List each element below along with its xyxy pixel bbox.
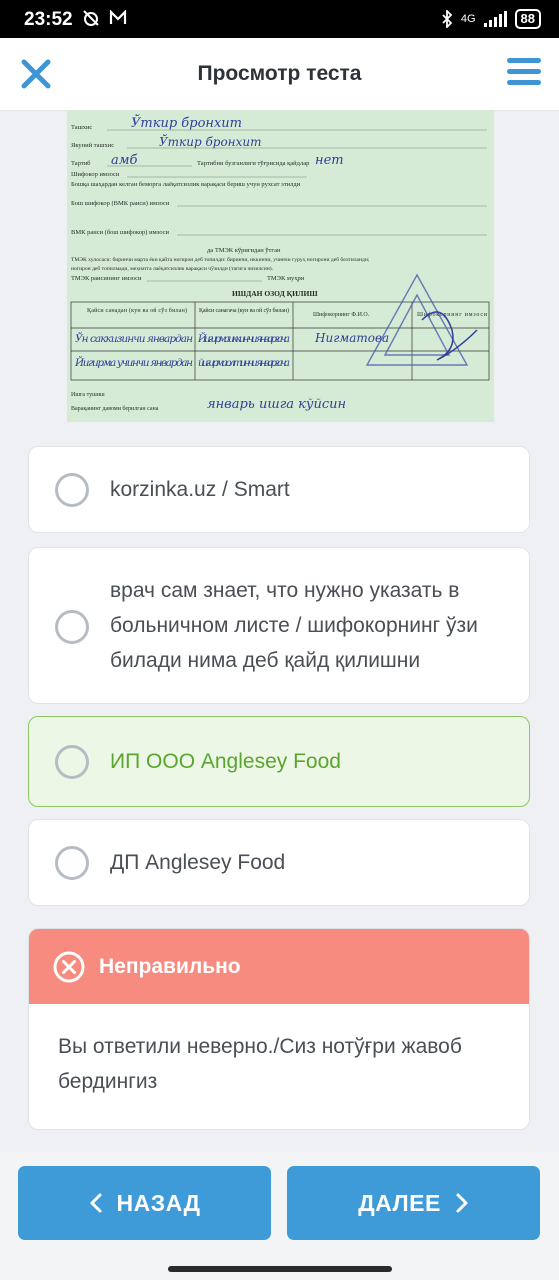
radio-button[interactable]: [55, 473, 89, 507]
chevron-left-icon: [90, 1193, 101, 1213]
doc-hand-violations: нет: [315, 153, 344, 168]
network-type: 4G: [460, 13, 476, 25]
battery-icon: 88: [514, 9, 541, 29]
doc-col-from: Қайси санадан (кун ва ой сўз билан): [87, 307, 187, 314]
next-button-label: ДАЛЕЕ: [358, 1189, 441, 1216]
doc-hand-return-note: январь ишга кўйсин: [207, 397, 346, 412]
doc-text-continuation: Варақанинг давоми берилган сана: [71, 405, 159, 412]
doc-text-return-to-work: Ишга тушиш: [71, 392, 105, 398]
app-header: Просмотр теста: [0, 38, 559, 110]
home-indicator[interactable]: [168, 1266, 392, 1272]
status-time: 23:52: [24, 9, 73, 30]
answer-option-4[interactable]: ДП Anglesey Food: [28, 819, 530, 906]
page-title: Просмотр теста: [197, 62, 362, 85]
doc-hand-final-diagnosis: Ўткир бронхит: [159, 132, 261, 149]
radio-button[interactable]: [55, 846, 89, 880]
question-image: Ташхис Якуний ташхис Тартиб Тартибни буз…: [67, 110, 494, 422]
answer-option-label: ИП ООО Anglesey Food: [110, 750, 341, 773]
doc-text-chief-signature: Бош шифокор (ВМК раиси) имзоси: [71, 200, 170, 207]
result-header: Неправильно: [29, 929, 529, 1004]
answer-option-label: врач сам знает, что нужно указать в боль…: [110, 579, 478, 672]
answer-option-2[interactable]: врач сам знает, что нужно указать в боль…: [28, 547, 530, 704]
radio-button[interactable]: [55, 610, 89, 644]
doc-text-tmek: да ТМЭК кўригидан ўтган: [207, 247, 281, 254]
radio-button[interactable]: [55, 745, 89, 779]
answer-option-1[interactable]: korzinka.uz / Smart: [28, 446, 530, 533]
doc-hand-to-date-1: Йигирма иккин-чи январгача: [197, 333, 290, 345]
doc-hand-diagnosis: Ўткир бронхит: [131, 114, 242, 131]
doc-text-tmek-conclusion: ТМЭК хулосаси: биринчи марта ёки қайта н…: [71, 256, 370, 263]
bottom-navigation: НАЗАД ДАЛЕЕ: [0, 1152, 559, 1280]
answer-option-3[interactable]: ИП ООО Anglesey Food: [28, 716, 530, 807]
back-button-label: НАЗАД: [116, 1189, 201, 1216]
doc-table-title: ИШДАН ОЗОД ҚИЛИШ: [232, 289, 318, 298]
doc-text-regime-violations: Тартибни бузганлиги тўғрисида қайдлар: [197, 160, 309, 167]
result-title: Неправильно: [99, 955, 241, 978]
doc-col-doctor-name: Шифокорнинг Ф.И.О.: [313, 311, 370, 318]
next-button[interactable]: ДАЛЕЕ: [287, 1166, 540, 1240]
error-circle-icon: [53, 951, 85, 983]
doc-hand-from-date-2: Йигирма учинчи январдан: [74, 355, 193, 369]
mail-icon: [109, 9, 126, 24]
doc-text-doctor-signature: Шифокор имзоси: [71, 171, 120, 178]
status-bar: 23:52 4G 88: [0, 0, 559, 38]
back-button[interactable]: НАЗАД: [18, 1166, 271, 1240]
answer-option-label: korzinka.uz / Smart: [110, 478, 290, 501]
hamburger-menu-icon[interactable]: [507, 58, 541, 88]
result-message: Вы ответили неверно./Сиз нотўғри жавоб б…: [58, 1035, 462, 1093]
doc-text-vmk-signature: ВМК раиси (бош шифокор) имзоси: [71, 229, 170, 236]
doc-hand-regime: амб: [111, 153, 138, 168]
doc-col-to: Қайси санагача (кун ва ой сўз билан): [199, 307, 289, 314]
doc-hand-to-date-2: йигирма олтинчи январгача: [198, 358, 290, 369]
chevron-right-icon: [456, 1193, 468, 1213]
bluetooth-icon: [442, 10, 453, 28]
doc-hand-from-date-1: Ўн саккизинчи январдан: [75, 331, 193, 345]
notification-icons: [82, 9, 127, 29]
doc-text-regime: Тартиб: [71, 160, 91, 167]
doc-text-diagnosis: Ташхис: [71, 124, 92, 131]
answer-option-label: ДП Anglesey Food: [110, 851, 286, 874]
doc-text-tmek-seal: ТМЭК муҳри: [267, 275, 305, 282]
signal-icon: [483, 11, 507, 27]
doc-text-tmek-extension: ногирон деб топилмади, меҳнатга лаёқатси…: [71, 265, 274, 272]
result-panel: Неправильно Вы ответили неверно./Сиз нот…: [28, 928, 530, 1130]
doc-text-tmek-chair: ТМЭК раисининг имзоси: [71, 275, 142, 282]
doc-text-final-diagnosis: Якуний ташхис: [71, 142, 114, 149]
doc-hand-doctor-1: Нигматова: [314, 331, 389, 345]
doc-text-permission: Бошқа шаҳардан келган беморга лаёқатсизл…: [71, 181, 301, 188]
alarm-off-icon: [83, 10, 99, 26]
